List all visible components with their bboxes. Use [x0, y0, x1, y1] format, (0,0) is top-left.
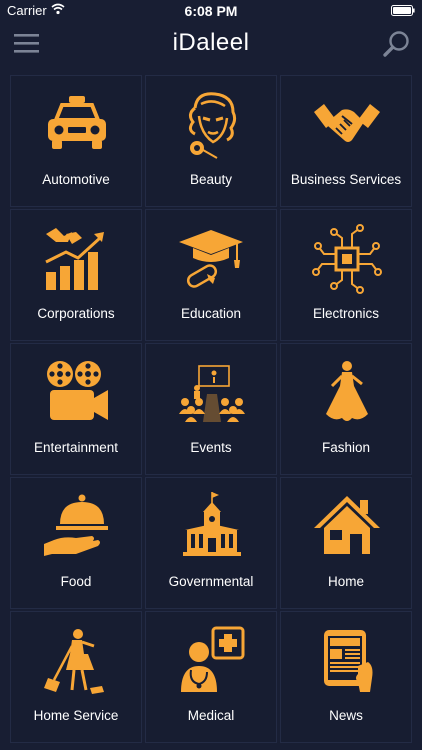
dress-woman-icon [312, 358, 382, 428]
category-label: Entertainment [33, 440, 119, 455]
category-tile-news[interactable]: News [280, 611, 412, 743]
woman-face-icon [177, 90, 247, 160]
category-label: Governmental [168, 574, 254, 589]
category-tile-food[interactable]: Food [10, 477, 142, 609]
category-tile-electronics[interactable]: Electronics [280, 209, 412, 341]
status-bar: Carrier 6:08 PM [0, 0, 422, 22]
house-icon [312, 492, 382, 562]
category-tile-automotive[interactable]: Automotive [10, 75, 142, 207]
movie-camera-icon [42, 358, 112, 428]
category-tile-events[interactable]: Events [145, 343, 277, 475]
category-label: Fashion [321, 440, 371, 455]
category-label: Electronics [312, 306, 380, 321]
category-label: Education [180, 306, 242, 321]
cloche-icon [42, 492, 112, 562]
category-grid: Automotive Beauty Business Services Corp… [10, 75, 412, 743]
app-title: iDaleel [172, 29, 250, 56]
category-tile-fashion[interactable]: Fashion [280, 343, 412, 475]
category-label: Beauty [189, 172, 233, 187]
nav-bar: iDaleel [0, 22, 422, 66]
category-label: Home [327, 574, 364, 589]
circuit-chip-icon [312, 224, 382, 294]
handshake-icon [312, 90, 382, 160]
category-tile-corporations[interactable]: Corporations [10, 209, 142, 341]
category-label: News [329, 708, 363, 723]
newspaper-icon [312, 626, 382, 696]
category-tile-home-service[interactable]: Home Service [10, 611, 142, 743]
battery-icon [391, 5, 415, 16]
growth-chart-icon [42, 224, 112, 294]
category-tile-business-services[interactable]: Business Services [280, 75, 412, 207]
audience-icon [177, 358, 247, 428]
category-tile-entertainment[interactable]: Entertainment [10, 343, 142, 475]
search-icon[interactable] [382, 30, 410, 58]
category-label: Automotive [42, 172, 110, 187]
category-label: Events [190, 440, 232, 455]
clock: 6:08 PM [184, 3, 238, 19]
cleaning-lady-icon [42, 626, 112, 696]
category-tile-education[interactable]: Education [145, 209, 277, 341]
category-tile-medical[interactable]: Medical [145, 611, 277, 743]
category-tile-governmental[interactable]: Governmental [145, 477, 277, 609]
category-label: Business Services [290, 172, 402, 187]
category-label: Home Service [33, 708, 119, 723]
category-label: Food [60, 574, 92, 589]
category-tile-beauty[interactable]: Beauty [145, 75, 277, 207]
taxi-icon [42, 90, 112, 160]
doctor-icon [177, 626, 247, 696]
category-label: Corporations [37, 306, 115, 321]
government-building-icon [177, 492, 247, 562]
category-tile-home[interactable]: Home [280, 477, 412, 609]
category-label: Medical [187, 708, 235, 723]
graduation-cap-icon [177, 224, 247, 294]
